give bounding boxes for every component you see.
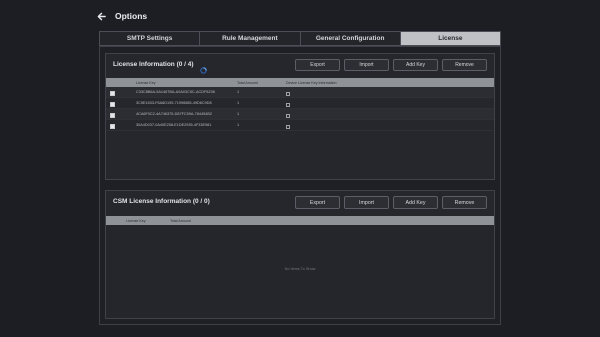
tab-rule-management[interactable]: Rule Management [199, 31, 300, 46]
table-row[interactable]: 30A4D037-0A40E258-E1DE2935-4F33E981 1 [106, 120, 494, 131]
license-key-cell: 4CA6F0C2-4A746375-D87FC59A-784454B2 [136, 112, 212, 116]
options-tabs: SMTP Settings Rule Management General Co… [99, 31, 501, 46]
device-info-cell [286, 116, 290, 134]
license-key-column-header: License Key [126, 218, 146, 223]
row-select-cell [106, 116, 136, 134]
empty-table-message: No Items To Show [284, 267, 316, 271]
loading-spinner-icon [199, 61, 207, 74]
header: Options [97, 9, 147, 23]
license-content: License Information (0 / 4) Export Impor… [99, 46, 501, 325]
csm-button-group: Export Import Add Key Remove [295, 196, 487, 209]
license-key-column-header: License Key [136, 80, 156, 85]
license-button-group: Export Import Add Key Remove [295, 59, 487, 71]
csm-import-button[interactable]: Import [344, 196, 389, 209]
page-title: Options [115, 11, 148, 21]
csm-license-information-panel: CSM License Information (0 / 0) Export I… [105, 190, 495, 319]
row-checkbox[interactable] [110, 124, 115, 129]
license-key-cell: 30A4D037-0A40E258-E1DE2935-4F33E981 [136, 123, 212, 127]
csm-remove-button[interactable]: Remove [442, 196, 487, 209]
license-key-cell: C33C8B6A-5A1467BA-A0A03C5C-ACDF5Z06 [136, 90, 215, 94]
csm-panel-title: CSM License Information (0 / 0) [113, 197, 210, 205]
license-key-cell: 3C5E1633-F6A6D195-71996585-49D6C9D8 [136, 101, 212, 105]
back-arrow-icon[interactable] [97, 11, 107, 21]
license-add-key-button[interactable]: Add Key [393, 59, 438, 71]
license-table: License Key Total Amount Device License … [106, 78, 494, 178]
csm-table-header: License Key Total Amount [106, 216, 494, 225]
license-table-header: License Key Total Amount Device License … [106, 78, 494, 87]
device-info-checkbox[interactable] [286, 125, 290, 129]
table-row[interactable]: 3C5E1633-F6A6D195-71996585-49D6C9D8 1 [106, 98, 494, 109]
tab-smtp-settings[interactable]: SMTP Settings [99, 31, 200, 46]
license-remove-button[interactable]: Remove [442, 59, 487, 71]
tab-license[interactable]: License [399, 31, 501, 46]
csm-add-key-button[interactable]: Add Key [393, 196, 438, 209]
tab-general-configuration[interactable]: General Configuration [299, 31, 400, 46]
total-amount-column-header: Total Amount [170, 218, 191, 223]
total-amount-cell: 1 [237, 123, 240, 127]
csm-license-table: License Key Total Amount No Items To Sho… [106, 216, 494, 317]
license-export-button[interactable]: Export [295, 59, 340, 71]
csm-table-body: No Items To Show [106, 225, 494, 317]
total-amount-column-header: Total Amount [237, 80, 258, 85]
device-license-column-header: Device License Key Information [286, 80, 337, 85]
total-amount-cell: 1 [237, 90, 240, 94]
table-row[interactable]: C33C8B6A-5A1467BA-A0A03C5C-ACDF5Z06 1 [106, 87, 494, 98]
total-amount-cell: 1 [237, 101, 240, 105]
table-row[interactable]: 4CA6F0C2-4A746375-D87FC59A-784454B2 1 [106, 109, 494, 120]
license-information-panel: License Information (0 / 4) Export Impor… [105, 53, 495, 180]
license-import-button[interactable]: Import [344, 59, 389, 71]
license-panel-title: License Information (0 / 4) [113, 60, 194, 68]
total-amount-cell: 1 [237, 112, 240, 116]
csm-export-button[interactable]: Export [295, 196, 340, 209]
